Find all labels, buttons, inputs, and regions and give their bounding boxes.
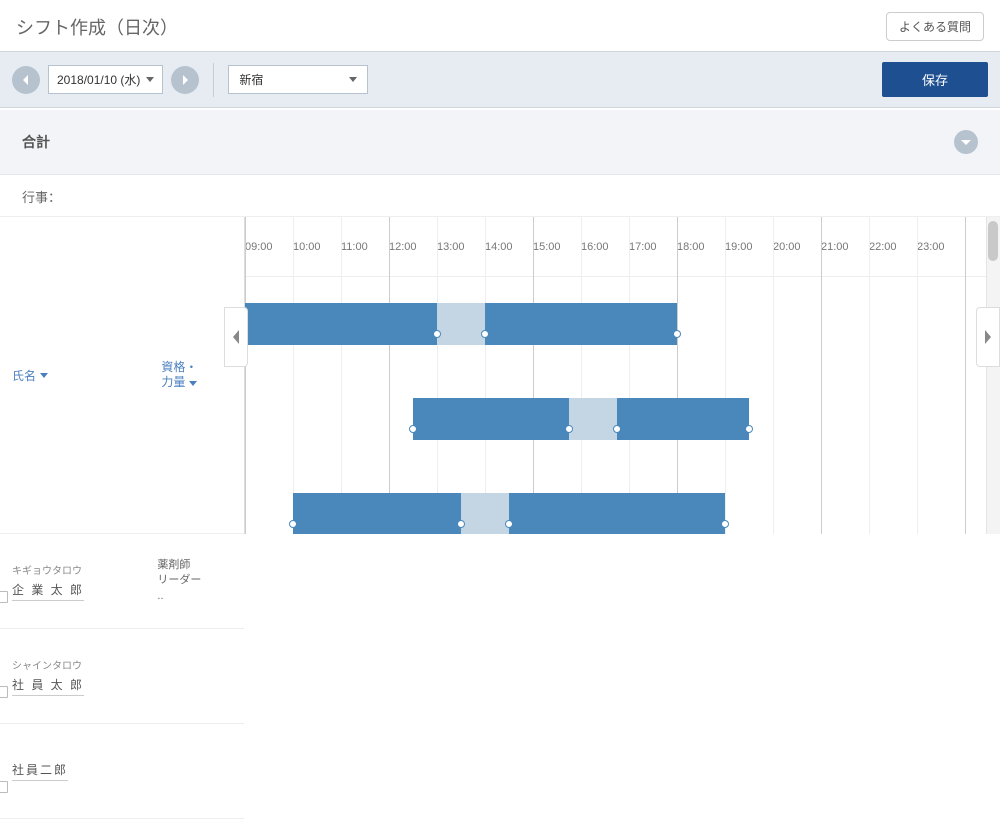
page-title: シフト作成（日次）	[16, 14, 178, 40]
resize-handle[interactable]	[565, 425, 573, 433]
resize-handle[interactable]	[457, 520, 465, 528]
toolbar-divider	[213, 63, 214, 97]
toolbar: 2018/01/10 (水) 新宿 保存	[0, 51, 1000, 108]
resize-handle[interactable]	[673, 330, 681, 338]
time-label: 12:00	[389, 241, 437, 253]
resize-handle[interactable]	[721, 520, 729, 528]
staff-name: 社員二郎	[12, 761, 68, 781]
staff-name: 社 員 太 郎	[12, 676, 84, 696]
shift-row	[245, 277, 1000, 372]
scroll-left-button[interactable]	[224, 307, 248, 367]
time-label: 13:00	[437, 241, 485, 253]
staff-qualifications	[149, 724, 244, 818]
resize-handle[interactable]	[745, 425, 753, 433]
resize-handle[interactable]	[433, 330, 441, 338]
shift-row	[245, 372, 1000, 467]
vertical-scrollbar[interactable]	[986, 217, 1000, 534]
events-row: 行事：	[0, 175, 1000, 217]
shift-bar[interactable]	[293, 493, 725, 534]
time-label: 23:00	[917, 241, 965, 253]
time-label: 17:00	[629, 241, 677, 253]
time-label: 09:00	[245, 241, 293, 253]
time-label: 18:00	[677, 241, 725, 253]
resize-handle[interactable]	[481, 330, 489, 338]
note-icon	[0, 686, 8, 698]
next-day-button[interactable]	[171, 66, 199, 94]
shift-break[interactable]	[461, 493, 509, 534]
sort-icon	[40, 373, 48, 378]
location-select[interactable]: 新宿	[228, 65, 368, 94]
chevron-left-icon	[21, 75, 31, 85]
prev-day-button[interactable]	[12, 66, 40, 94]
chevron-right-icon	[180, 75, 190, 85]
resize-handle[interactable]	[409, 425, 417, 433]
time-label: 19:00	[725, 241, 773, 253]
date-picker[interactable]: 2018/01/10 (水)	[48, 65, 163, 94]
shift-break[interactable]	[437, 303, 485, 345]
total-label: 合計	[22, 132, 50, 152]
resize-handle[interactable]	[289, 520, 297, 528]
location-select-value: 新宿	[239, 71, 263, 88]
chevron-down-icon	[961, 137, 971, 147]
chevron-left-icon	[231, 330, 241, 344]
shift-row	[245, 467, 1000, 534]
staff-name-cell[interactable]: 社員二郎	[0, 724, 149, 818]
staff-furigana: キギョウタロウ	[12, 562, 137, 577]
time-label: 10:00	[293, 241, 341, 253]
staff-name: 企 業 太 郎	[12, 581, 84, 601]
staff-name-cell[interactable]: キギョウタロウ企 業 太 郎	[0, 534, 149, 628]
chevron-right-icon	[983, 330, 993, 344]
staff-qualifications	[149, 629, 244, 723]
note-icon	[0, 591, 8, 603]
time-label: 21:00	[821, 241, 869, 253]
time-label: 15:00	[533, 241, 581, 253]
scrollbar-thumb[interactable]	[988, 221, 998, 261]
staff-furigana: シャインタロウ	[12, 657, 137, 672]
time-label: 20:00	[773, 241, 821, 253]
time-label: 22:00	[869, 241, 917, 253]
note-icon	[0, 781, 8, 793]
dropdown-icon	[349, 77, 357, 82]
scroll-right-button[interactable]	[976, 307, 1000, 367]
time-axis-header: 09:0010:0011:0012:0013:0014:0015:0016:00…	[245, 217, 1000, 277]
time-label: 11:00	[341, 241, 389, 253]
time-label: 16:00	[581, 241, 629, 253]
sort-icon	[189, 381, 197, 386]
time-label: 14:00	[485, 241, 533, 253]
save-button[interactable]: 保存	[882, 62, 988, 97]
name-column-header[interactable]: 氏名	[0, 367, 149, 384]
resize-handle[interactable]	[505, 520, 513, 528]
staff-qualifications: 薬剤師リーダー..	[149, 534, 244, 628]
expand-total-button[interactable]	[954, 130, 978, 154]
total-summary-bar: 合計	[0, 110, 1000, 175]
resize-handle[interactable]	[613, 425, 621, 433]
shift-break[interactable]	[569, 398, 617, 440]
faq-button[interactable]: よくある質問	[886, 12, 984, 41]
dropdown-icon	[146, 77, 154, 82]
staff-name-cell[interactable]: シャインタロウ社 員 太 郎	[0, 629, 149, 723]
date-picker-value: 2018/01/10 (水)	[57, 71, 140, 88]
